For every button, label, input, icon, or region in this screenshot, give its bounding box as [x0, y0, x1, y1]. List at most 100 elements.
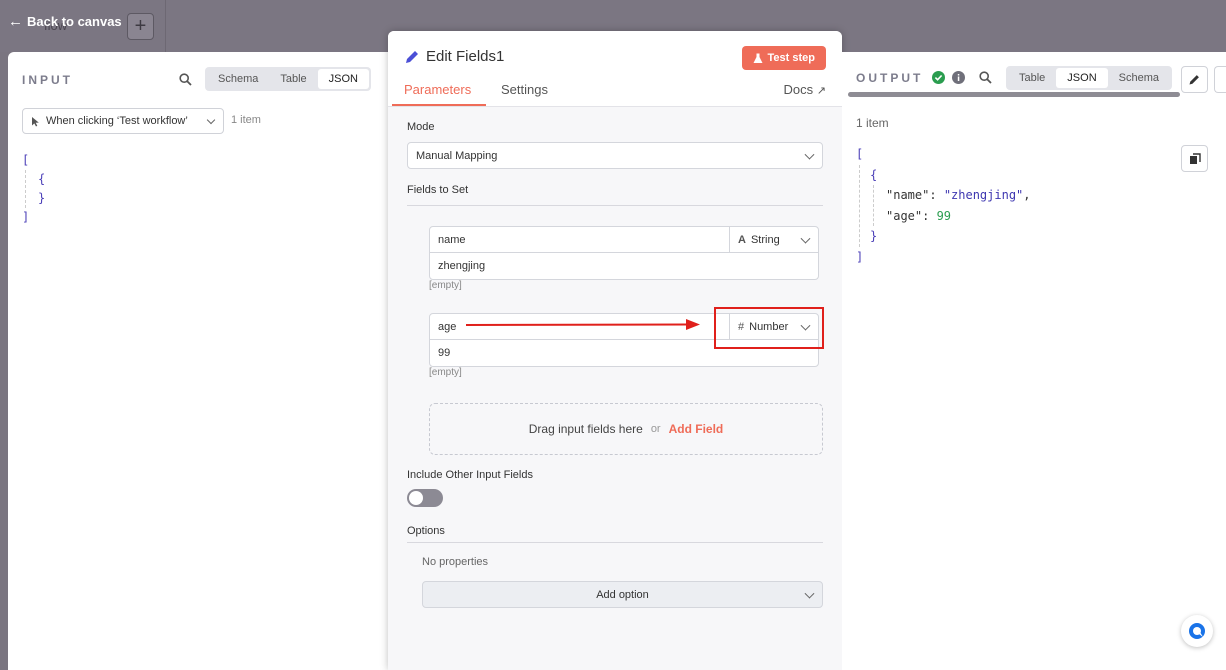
field-name-value: age: [438, 320, 457, 333]
input-item-count: 1 item: [231, 114, 261, 126]
add-option-select[interactable]: Add option: [422, 581, 823, 608]
annotation-highlight-box: [714, 307, 824, 349]
test-step-label: Test step: [767, 52, 815, 64]
drop-zone-or: or: [650, 423, 661, 435]
node-title[interactable]: Edit Fields1: [404, 48, 504, 65]
test-step-button[interactable]: Test step: [741, 46, 826, 70]
chat-icon: [1189, 623, 1205, 639]
trigger-node-select[interactable]: When clicking ‘Test workflow’: [22, 108, 224, 134]
options-label: Options: [407, 525, 445, 537]
output-view-switcher: Table JSON Schema: [1006, 66, 1172, 90]
node-editor-header: Edit Fields1 Test step Parameters Settin…: [388, 31, 842, 107]
copy-icon: [1190, 153, 1201, 164]
pencil-icon: [1189, 75, 1199, 85]
docs-label: Docs: [783, 82, 814, 97]
edit-output-button[interactable]: [1181, 66, 1208, 93]
field-hint: [empty]: [429, 367, 462, 378]
chevron-down-icon: [800, 233, 811, 244]
chat-assistant-button[interactable]: [1181, 615, 1213, 647]
string-type-icon: A: [738, 234, 746, 246]
search-icon[interactable]: [179, 73, 192, 86]
add-option-label: Add option: [596, 588, 649, 601]
json-key: "age": [886, 208, 923, 223]
annotation-arrow: [466, 319, 700, 330]
output-item-count: 1 item: [856, 116, 889, 130]
output-panel-label: OUTPUT: [856, 71, 924, 85]
json-object: { "name": "zhengjing", "age": 99 }: [859, 164, 1031, 247]
json-open-bracket: [: [856, 147, 864, 161]
flask-icon: [753, 53, 763, 63]
field-assignment: name A String zhengjing: [429, 226, 819, 280]
input-view-switcher: Schema Table JSON: [205, 67, 371, 91]
output-tab-table[interactable]: Table: [1008, 68, 1056, 88]
input-panel-label: INPUT: [22, 73, 73, 87]
json-open-brace: {: [870, 167, 878, 182]
pencil-icon: [406, 50, 418, 63]
field-type-value: String: [750, 234, 780, 246]
horizontal-scrollbar[interactable]: [848, 92, 1180, 97]
json-close-bracket: ]: [856, 249, 864, 264]
json-properties: "name": "zhengjing", "age": 99: [873, 185, 1031, 226]
input-tab-schema[interactable]: Schema: [207, 69, 269, 89]
json-close-bracket: ]: [22, 210, 30, 224]
cursor-pointer-icon: [32, 116, 39, 126]
input-tab-json[interactable]: JSON: [317, 69, 369, 89]
section-divider: [407, 542, 823, 543]
output-panel: OUTPUT Table JSON Schema 1 item [ { "nam…: [842, 52, 1226, 670]
json-close-brace: }: [38, 191, 46, 205]
input-tab-table[interactable]: Table: [269, 69, 317, 89]
input-panel: INPUT Schema Table JSON When clicking ‘T…: [8, 52, 388, 670]
input-json-view: [ { } ]: [22, 151, 45, 227]
mode-label: Mode: [407, 121, 435, 133]
success-check-icon: [932, 71, 945, 84]
overflow-button[interactable]: [1214, 66, 1226, 93]
field-hint: [empty]: [429, 280, 462, 291]
chevron-down-icon: [804, 149, 815, 160]
chevron-down-icon: [206, 115, 216, 125]
output-json-view: [ { "name": "zhengjing", "age": 99 } ]: [856, 144, 1031, 267]
trigger-node-label: When clicking ‘Test workflow’: [46, 115, 188, 127]
back-to-canvas-label: Back to canvas: [27, 14, 122, 29]
json-open-bracket: [: [22, 153, 30, 167]
json-key: "name": [886, 188, 930, 202]
field-value-input[interactable]: zhengjing: [430, 253, 818, 279]
json-number-value: 99: [936, 208, 952, 223]
external-link-icon: ↗: [816, 85, 826, 97]
output-tab-json[interactable]: JSON: [1056, 68, 1108, 88]
fields-to-set-label: Fields to Set: [407, 184, 469, 196]
add-field-button[interactable]: Add Field: [669, 422, 724, 436]
search-icon[interactable]: [979, 71, 992, 84]
node-editor-panel: Edit Fields1 Test step Parameters Settin…: [388, 31, 842, 670]
field-type-select[interactable]: A String: [729, 227, 818, 253]
docs-link[interactable]: Docs ↗: [784, 82, 826, 97]
json-object: { }: [25, 170, 45, 208]
json-property-name: "name": "zhengjing",: [886, 188, 1031, 202]
field-name-input[interactable]: name A String: [430, 227, 818, 253]
back-to-canvas-button[interactable]: ← Back to canvas: [8, 13, 122, 30]
tab-settings[interactable]: Settings: [501, 82, 548, 97]
drop-input-fields-zone[interactable]: Drag input fields here or Add Field: [429, 403, 823, 455]
field-value-text: zhengjing: [438, 260, 486, 272]
include-other-fields-toggle[interactable]: [407, 489, 443, 507]
field-value-text: 99: [438, 347, 451, 359]
add-node-button[interactable]: +: [127, 13, 154, 40]
copy-button[interactable]: [1181, 145, 1208, 172]
field-name-value: name: [438, 233, 466, 246]
topbar-divider: [165, 0, 166, 52]
json-close-brace: }: [870, 229, 878, 243]
arrow-left-icon: ←: [8, 13, 23, 30]
json-open-brace: {: [38, 172, 46, 186]
active-tab-indicator: [392, 104, 486, 106]
include-other-fields-label: Include Other Input Fields: [407, 469, 533, 481]
info-icon[interactable]: [952, 71, 965, 84]
mode-value: Manual Mapping: [416, 149, 498, 162]
node-title-text: Edit Fields1: [426, 48, 505, 65]
mode-select[interactable]: Manual Mapping: [407, 142, 823, 169]
drop-zone-text: Drag input fields here: [528, 422, 643, 436]
no-properties-text: No properties: [422, 556, 489, 568]
json-string-value: "zhengjing": [943, 188, 1024, 202]
json-property-age: "age": 99: [886, 208, 952, 223]
tab-parameters[interactable]: Parameters: [404, 82, 471, 97]
section-divider: [407, 205, 823, 206]
output-tab-schema[interactable]: Schema: [1108, 68, 1170, 88]
